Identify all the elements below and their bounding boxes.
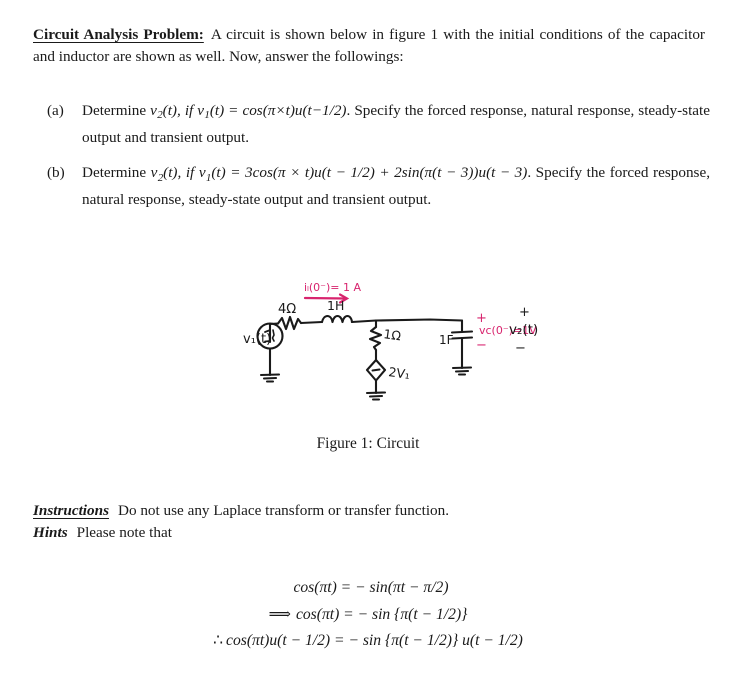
dependent-source-polarity xyxy=(371,368,381,372)
question-b-eq: (t) = xyxy=(211,164,246,182)
inductor-initial-condition-label: iₗ(0⁻)= 1 A xyxy=(304,281,361,294)
question-label-a: (a) xyxy=(47,102,64,119)
question-text-b: Determine v2(t), if v1(t) = 3cos(π × t)u… xyxy=(82,162,710,210)
capacitor-label: 1F xyxy=(439,333,454,347)
document-page: Circuit Analysis Problem: A circuit is sh… xyxy=(0,0,736,690)
ground-mid-bar2 xyxy=(368,394,384,398)
question-list: (a) Determine v2(t), if v1(t) = cos(π×t)… xyxy=(47,100,710,225)
question-b-expression: 3cos(π × t)u(t − 1/2) + 2sin(π(t − 3))u(… xyxy=(245,164,528,182)
question-item-a: (a) Determine v2(t), if v1(t) = cos(π×t)… xyxy=(47,100,710,148)
question-a-expression: cos(π×t)u(t−1/2) xyxy=(242,102,347,119)
equation-line-3: ∴ cos(πt)u(t − 1/2) = − sin {π(t − 1/2)} … xyxy=(0,628,736,655)
hints-row: Hints Please note that xyxy=(33,522,713,544)
figure-caption-number: Figure 1: xyxy=(316,435,373,452)
question-b-v1: v xyxy=(198,164,206,182)
equation-2-prefix: ⟹ xyxy=(268,605,291,623)
equation-block: cos(πt) = − sin(πt − π/2) ⟹ cos(πt) = − s… xyxy=(0,575,736,655)
notes-block: Instructions Do not use any Laplace trans… xyxy=(33,500,713,544)
resistor-1ohm-label: 1Ω xyxy=(383,326,403,343)
question-a-eq: (t) = xyxy=(209,102,243,119)
voltage-source-wave xyxy=(271,329,275,342)
equation-3-prefix: ∴ xyxy=(213,632,224,649)
ground-left-bar2 xyxy=(262,376,278,380)
capacitor-minus-sign: − xyxy=(476,338,487,353)
wire-resistor-to-inductor xyxy=(299,320,324,325)
question-b-mid: (t), if xyxy=(163,164,199,182)
instructions-text: Do not use any Laplace transform or tran… xyxy=(117,502,450,519)
equation-2-body: cos(πt) = − sin {π(t − 1/2)} xyxy=(295,605,468,623)
circuit-diagram: iₗ(0⁻)= 1 A vс(0⁻)=1V + − 4Ω 1H 1Ω 2V₁ 1… xyxy=(243,281,538,401)
hints-key: Hints xyxy=(33,524,68,541)
figure-caption-text: Circuit xyxy=(376,435,420,452)
ground-right-bar2 xyxy=(454,369,470,373)
ground-left-bar1 xyxy=(259,373,281,377)
resistor-1ohm-symbol xyxy=(368,325,383,352)
wire-node-to-capacitor xyxy=(374,318,464,322)
capacitor-plate-top xyxy=(450,330,474,334)
capacitor-plus-sign: + xyxy=(476,311,487,326)
resistor-4ohm-label: 4Ω xyxy=(278,302,296,317)
hints-text: Please note that xyxy=(76,524,172,541)
question-a-mid: (t), if xyxy=(162,102,198,119)
intro-paragraph: Circuit Analysis Problem: A circuit is sh… xyxy=(33,24,705,67)
problem-title: Circuit Analysis Problem: xyxy=(33,26,204,44)
equation-1-body: cos(πt) = − sin(πt − π/2) xyxy=(293,579,449,596)
resistor-4ohm-symbol xyxy=(276,315,303,331)
question-text-a: Determine v2(t), if v1(t) = cos(π×t)u(t−… xyxy=(82,100,710,148)
ground-right-bar1 xyxy=(451,366,473,370)
ground-mid-bar1 xyxy=(365,391,387,395)
question-b-lead: Determine xyxy=(82,164,151,182)
instructions-key: Instructions xyxy=(33,502,109,519)
inductor-label: 1H xyxy=(327,298,344,313)
question-label-b: (b) xyxy=(47,164,65,182)
instructions-row: Instructions Do not use any Laplace trans… xyxy=(33,500,713,522)
output-minus-sign: − xyxy=(515,341,526,356)
output-voltage-label: v₂(t) xyxy=(509,322,538,338)
equation-3-body: cos(πt)u(t − 1/2) = − sin {π(t − 1/2)} u… xyxy=(226,632,523,649)
question-item-b: (b) Determine v2(t), if v1(t) = 3cos(π ×… xyxy=(47,162,710,210)
wire-inductor-to-node xyxy=(350,319,378,324)
source-label: v₁(t) xyxy=(243,332,271,347)
figure-caption: Figure 1: Circuit xyxy=(0,435,736,453)
figure-block: iₗ(0⁻)= 1 A vс(0⁻)=1V + − 4Ω 1H 1Ω 2V₁ 1… xyxy=(0,272,736,472)
equation-line-2: ⟹ cos(πt) = − sin {π(t − 1/2)} xyxy=(0,602,736,629)
question-a-v2: v xyxy=(150,102,157,119)
dependent-source-label: 2V₁ xyxy=(388,364,411,382)
inductor-1h-symbol xyxy=(320,314,354,324)
equation-line-1: cos(πt) = − sin(πt − π/2) xyxy=(0,575,736,602)
output-plus-sign: + xyxy=(519,305,530,320)
question-a-lead: Determine xyxy=(82,102,151,119)
